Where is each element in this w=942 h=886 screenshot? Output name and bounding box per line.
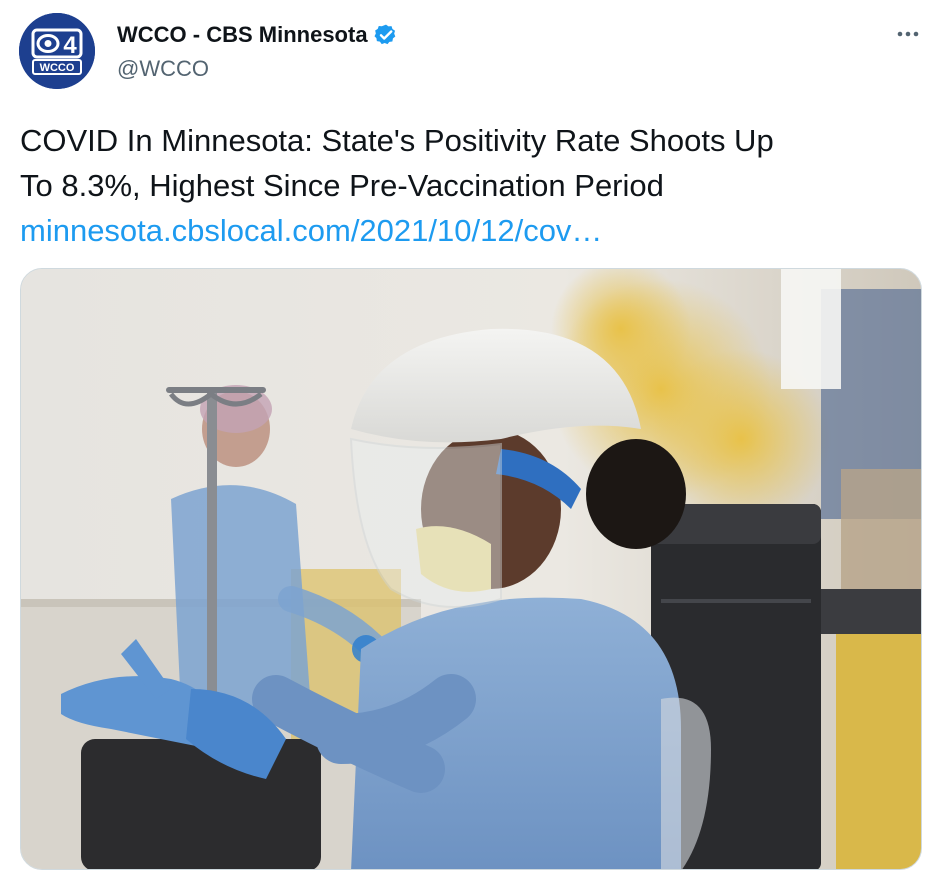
- tweet-text-line-2: To 8.3%, Highest Since Pre-Vaccination P…: [20, 168, 664, 203]
- verified-badge-icon: [374, 23, 398, 47]
- tweet-text: COVID In Minnesota: State's Positivity R…: [20, 118, 925, 253]
- tweet-photo[interactable]: [20, 268, 922, 870]
- display-name[interactable]: WCCO - CBS Minnesota: [117, 20, 368, 50]
- display-name-row: WCCO - CBS Minnesota: [117, 20, 398, 50]
- photo-healthcare-worker: [21, 269, 921, 869]
- author-info: WCCO - CBS Minnesota @WCCO: [117, 20, 398, 84]
- tweet-text-line-1: COVID In Minnesota: State's Positivity R…: [20, 123, 774, 158]
- tweet-card: 4 WCCO WCCO - CBS Minnesota @WCCO COVID …: [0, 0, 942, 886]
- avatar-logo-text: WCCO: [40, 62, 75, 74]
- avatar[interactable]: 4 WCCO: [19, 13, 95, 89]
- more-horizontal-icon[interactable]: [892, 22, 924, 46]
- avatar-logo-number: 4: [63, 32, 77, 59]
- tweet-link[interactable]: minnesota.cbslocal.com/2021/10/12/cov…: [20, 208, 925, 253]
- handle[interactable]: @WCCO: [117, 54, 398, 84]
- wcco-logo-icon: 4 WCCO: [19, 13, 95, 89]
